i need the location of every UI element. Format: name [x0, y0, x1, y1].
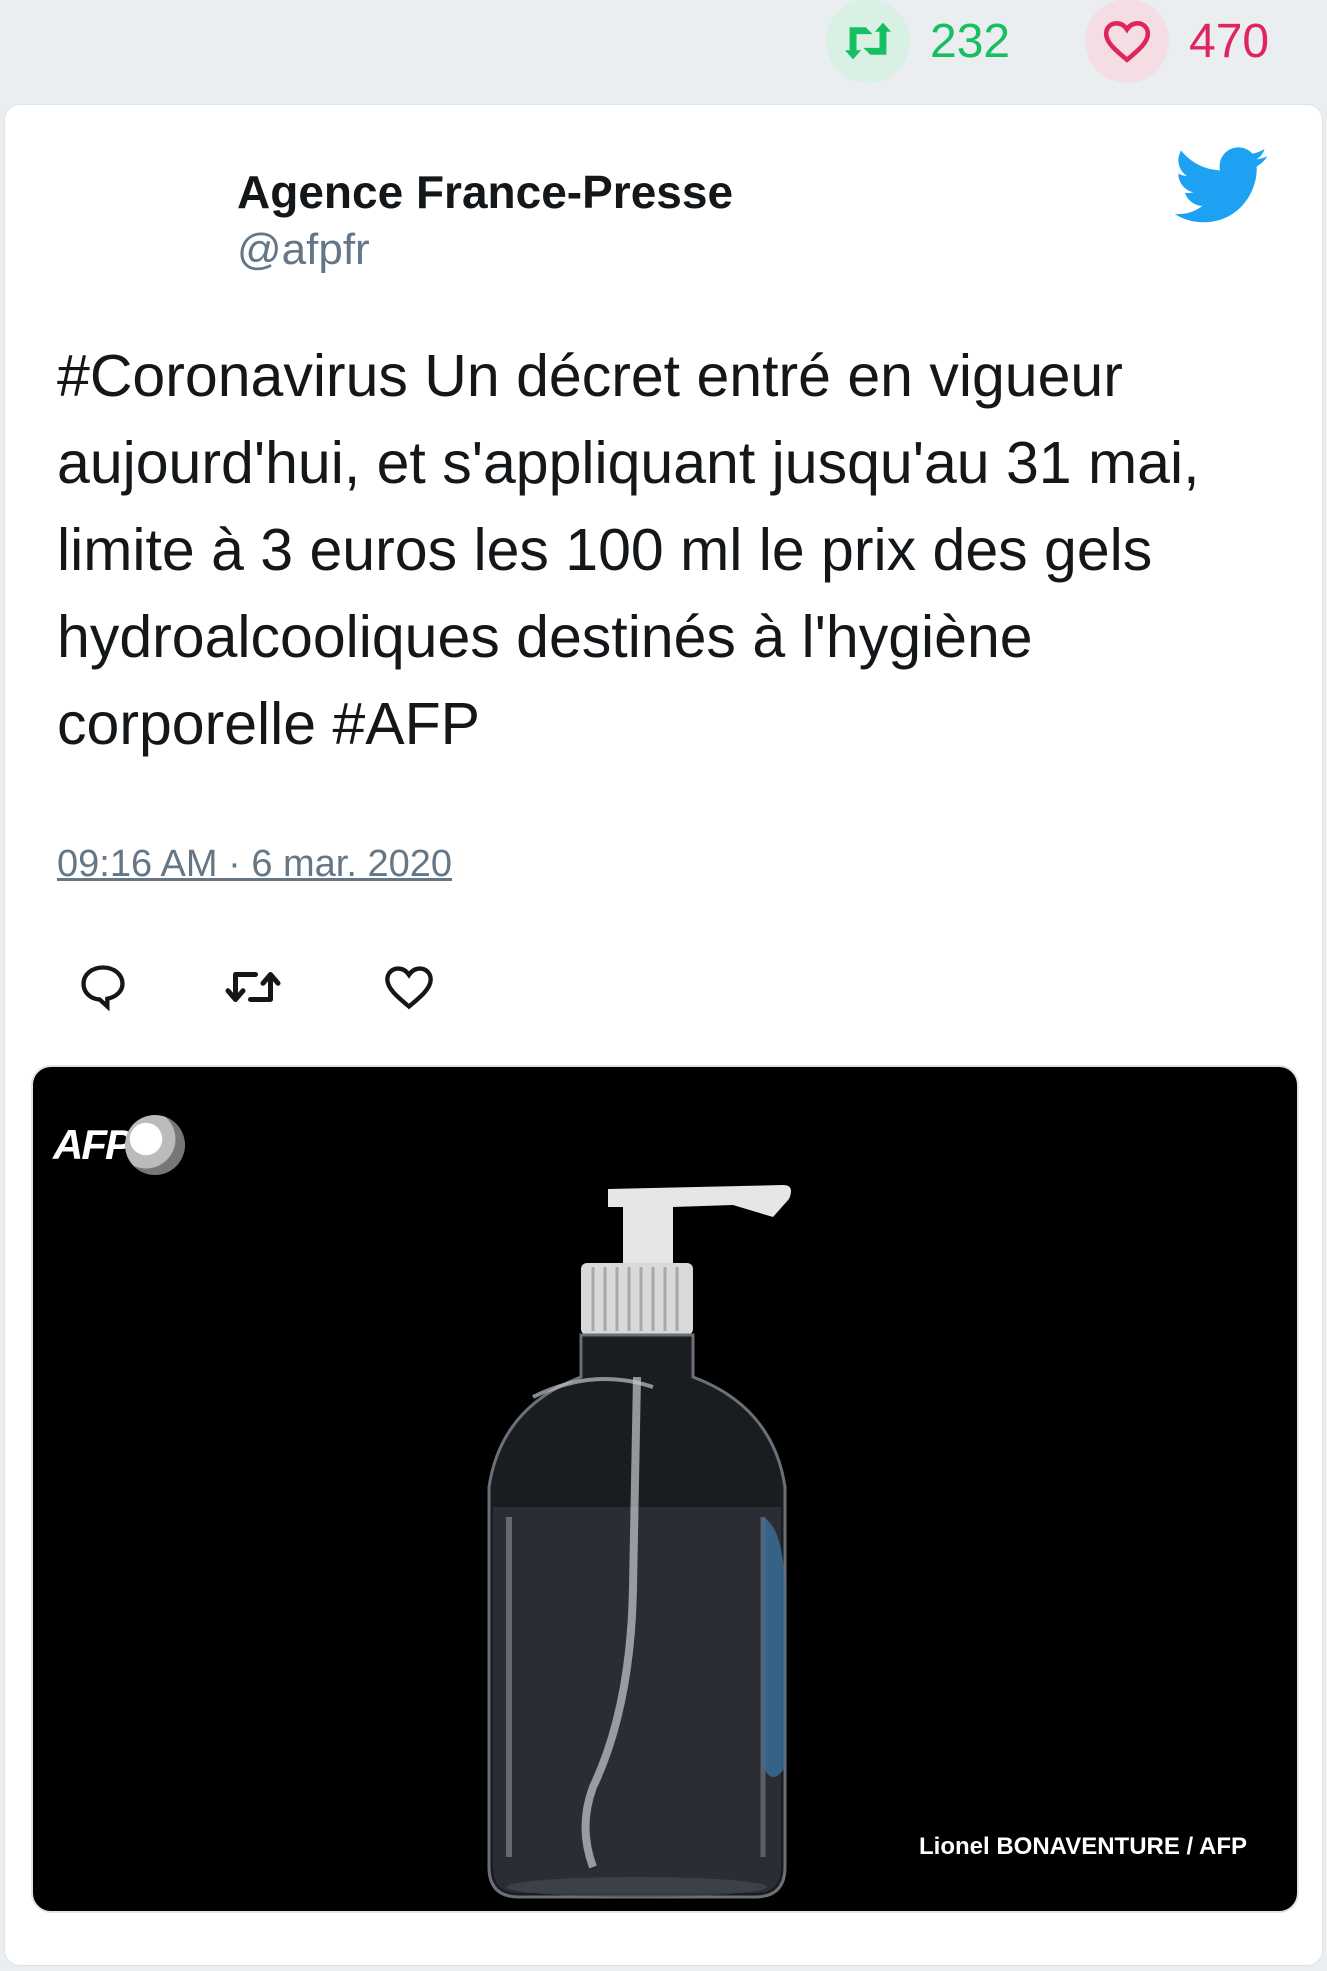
afp-logo-text: AFP: [53, 1121, 133, 1168]
retweet-icon[interactable]: [826, 0, 910, 83]
user-handle[interactable]: @afpfr: [237, 225, 370, 275]
hand-sanitizer-bottle-image: [487, 1185, 791, 1899]
tweet-text: #Coronavirus Un décret entré en vigueur …: [57, 343, 1200, 757]
like-count: 470: [1189, 14, 1270, 68]
reply-icon[interactable]: [73, 957, 133, 1017]
tweet-card: Agence France-Presse @afpfr #Coronavirus…: [4, 104, 1323, 1966]
heart-icon[interactable]: [1085, 0, 1169, 83]
retweet-count: 232: [930, 14, 1011, 68]
retweet-icon[interactable]: [223, 957, 283, 1017]
display-name[interactable]: Agence France-Presse: [237, 165, 733, 219]
like-stat[interactable]: 470: [1085, 0, 1270, 83]
engagement-bar: 232 470: [0, 0, 1327, 96]
afp-logo: AFP: [53, 1115, 185, 1175]
twitter-bird-icon[interactable]: [1174, 147, 1269, 225]
afp-globe-icon: [125, 1115, 185, 1175]
timestamp-link[interactable]: 09:16 AM · 6 mar. 2020: [57, 843, 452, 886]
retweet-stat[interactable]: 232: [826, 0, 1011, 83]
tweet-photo[interactable]: AFP Lionel BONAVENTURE / AFP: [31, 1065, 1299, 1913]
heart-icon[interactable]: [379, 957, 439, 1017]
photo-credit: Lionel BONAVENTURE / AFP: [918, 1833, 1247, 1860]
